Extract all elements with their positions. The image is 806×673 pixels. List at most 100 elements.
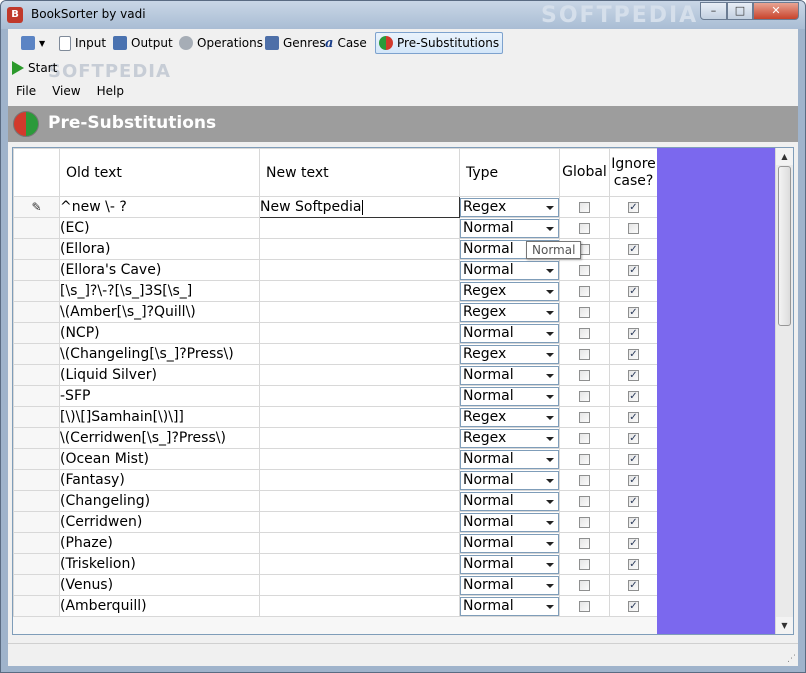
table-row[interactable]: (Amberquill) Normal ✓ xyxy=(13,595,658,617)
toolbar-genres-button[interactable]: Genres xyxy=(262,32,329,54)
cell-new-text[interactable] xyxy=(259,574,460,596)
cell-old-text[interactable]: (Ocean Mist) xyxy=(59,448,260,470)
type-combobox[interactable]: Normal xyxy=(460,386,559,406)
table-row[interactable]: (Changeling) Normal ✓ xyxy=(13,490,658,512)
global-checkbox[interactable] xyxy=(579,307,590,318)
ignore-case-checkbox[interactable]: ✓ xyxy=(628,580,639,591)
close-button[interactable]: ✕ xyxy=(753,2,799,20)
table-row[interactable]: [\s_]?\-?[\s_]3S[\s_] Regex ✓ xyxy=(13,280,658,302)
row-header[interactable] xyxy=(13,238,60,260)
type-combobox[interactable]: Normal xyxy=(460,218,559,238)
cell-old-text[interactable]: (Triskelion) xyxy=(59,553,260,575)
cell-old-text[interactable]: (Changeling) xyxy=(59,490,260,512)
row-header[interactable] xyxy=(13,532,60,554)
global-checkbox[interactable] xyxy=(579,370,590,381)
global-checkbox[interactable] xyxy=(579,517,590,528)
row-header[interactable] xyxy=(13,490,60,512)
global-checkbox[interactable] xyxy=(579,328,590,339)
type-combobox[interactable]: Regex xyxy=(460,407,559,427)
ignore-case-checkbox[interactable]: ✓ xyxy=(628,517,639,528)
ignore-case-checkbox[interactable]: ✓ xyxy=(628,391,639,402)
menu-file[interactable]: File xyxy=(8,82,44,102)
row-header[interactable] xyxy=(13,511,60,533)
global-checkbox[interactable] xyxy=(579,202,590,213)
cell-new-text[interactable] xyxy=(259,427,460,449)
row-header[interactable]: ✎ xyxy=(13,196,60,218)
ignore-case-checkbox[interactable]: ✓ xyxy=(628,412,639,423)
type-combobox[interactable]: Normal xyxy=(460,365,559,385)
global-checkbox[interactable] xyxy=(579,538,590,549)
scroll-up-icon[interactable]: ▲ xyxy=(776,148,793,165)
cell-old-text[interactable]: [\s_]?\-?[\s_]3S[\s_] xyxy=(59,280,260,302)
cell-new-text[interactable] xyxy=(259,343,460,365)
row-header[interactable] xyxy=(13,385,60,407)
cell-new-text[interactable] xyxy=(259,238,460,260)
row-header[interactable] xyxy=(13,406,60,428)
ignore-case-checkbox[interactable]: ✓ xyxy=(628,286,639,297)
type-combobox[interactable]: Normal xyxy=(460,323,559,343)
toolbar-output-button[interactable]: Output xyxy=(110,32,176,54)
cell-old-text[interactable]: (Amberquill) xyxy=(59,595,260,617)
table-row[interactable]: (NCP) Normal ✓ xyxy=(13,322,658,344)
ignore-case-checkbox[interactable]: ✓ xyxy=(628,328,639,339)
table-row[interactable]: (EC) Normal xyxy=(13,217,658,239)
cell-old-text[interactable]: (EC) xyxy=(59,217,260,239)
table-row[interactable]: (Phaze) Normal ✓ xyxy=(13,532,658,554)
global-checkbox[interactable] xyxy=(579,475,590,486)
ignore-case-checkbox[interactable]: ✓ xyxy=(628,244,639,255)
cell-new-text[interactable] xyxy=(259,301,460,323)
cell-new-text[interactable] xyxy=(259,217,460,239)
cell-old-text[interactable]: (NCP) xyxy=(59,322,260,344)
type-combobox[interactable]: Regex xyxy=(460,344,559,364)
global-checkbox[interactable] xyxy=(579,454,590,465)
global-checkbox[interactable] xyxy=(579,286,590,297)
row-header[interactable] xyxy=(13,364,60,386)
cell-new-text[interactable] xyxy=(259,490,460,512)
global-checkbox[interactable] xyxy=(579,412,590,423)
global-checkbox[interactable] xyxy=(579,580,590,591)
row-header[interactable] xyxy=(13,343,60,365)
column-header-type[interactable]: Type xyxy=(459,148,560,197)
toolbar-pre-substitutions-button[interactable]: Pre-Substitutions xyxy=(375,32,504,54)
cell-new-text[interactable] xyxy=(259,322,460,344)
ignore-case-checkbox[interactable]: ✓ xyxy=(628,496,639,507)
table-row[interactable]: -SFP Normal ✓ xyxy=(13,385,658,407)
type-combobox[interactable]: Regex xyxy=(460,428,559,448)
row-header[interactable] xyxy=(13,574,60,596)
scrollbar-thumb[interactable] xyxy=(778,166,791,326)
global-checkbox[interactable] xyxy=(579,496,590,507)
cell-new-text[interactable] xyxy=(259,469,460,491)
table-row[interactable]: ✎ ^new \- ? New Softpedia Regex ✓ xyxy=(13,196,658,218)
table-row[interactable]: (Triskelion) Normal ✓ xyxy=(13,553,658,575)
column-header-new-text[interactable]: New text xyxy=(259,148,460,197)
cell-old-text[interactable]: (Venus) xyxy=(59,574,260,596)
global-checkbox[interactable] xyxy=(579,265,590,276)
cell-old-text[interactable]: (Fantasy) xyxy=(59,469,260,491)
type-combobox[interactable]: Normal xyxy=(460,449,559,469)
type-combobox[interactable]: Normal xyxy=(460,554,559,574)
global-checkbox[interactable] xyxy=(579,391,590,402)
type-combobox[interactable]: Normal xyxy=(460,533,559,553)
cell-old-text[interactable]: ^new \- ? xyxy=(59,196,260,218)
row-header[interactable] xyxy=(13,553,60,575)
ignore-case-checkbox[interactable]: ✓ xyxy=(628,559,639,570)
row-header[interactable] xyxy=(13,280,60,302)
cell-old-text[interactable]: \(Changeling[\s_]?Press\) xyxy=(59,343,260,365)
column-header-old-text[interactable]: Old text xyxy=(59,148,260,197)
type-combobox[interactable]: Regex xyxy=(460,197,559,217)
column-header-ignore-case[interactable]: Ignore case? xyxy=(609,148,658,197)
cell-new-text[interactable] xyxy=(259,532,460,554)
row-header[interactable] xyxy=(13,469,60,491)
vertical-scrollbar[interactable]: ▲ ▼ xyxy=(775,148,793,634)
cell-old-text[interactable]: (Phaze) xyxy=(59,532,260,554)
toolbar-input-button[interactable]: Input xyxy=(56,32,109,54)
table-row[interactable]: \(Amber[\s_]?Quill\) Regex ✓ xyxy=(13,301,658,323)
cell-new-text[interactable] xyxy=(259,448,460,470)
type-combobox[interactable]: Regex xyxy=(460,302,559,322)
resize-grip-icon[interactable]: ⋰ xyxy=(787,654,796,664)
cell-old-text[interactable]: (Cerridwen) xyxy=(59,511,260,533)
menu-view[interactable]: View xyxy=(44,82,88,102)
minimize-button[interactable]: – xyxy=(700,2,727,20)
save-dropdown-button[interactable]: ▼ xyxy=(18,32,48,54)
ignore-case-checkbox[interactable] xyxy=(628,223,639,234)
